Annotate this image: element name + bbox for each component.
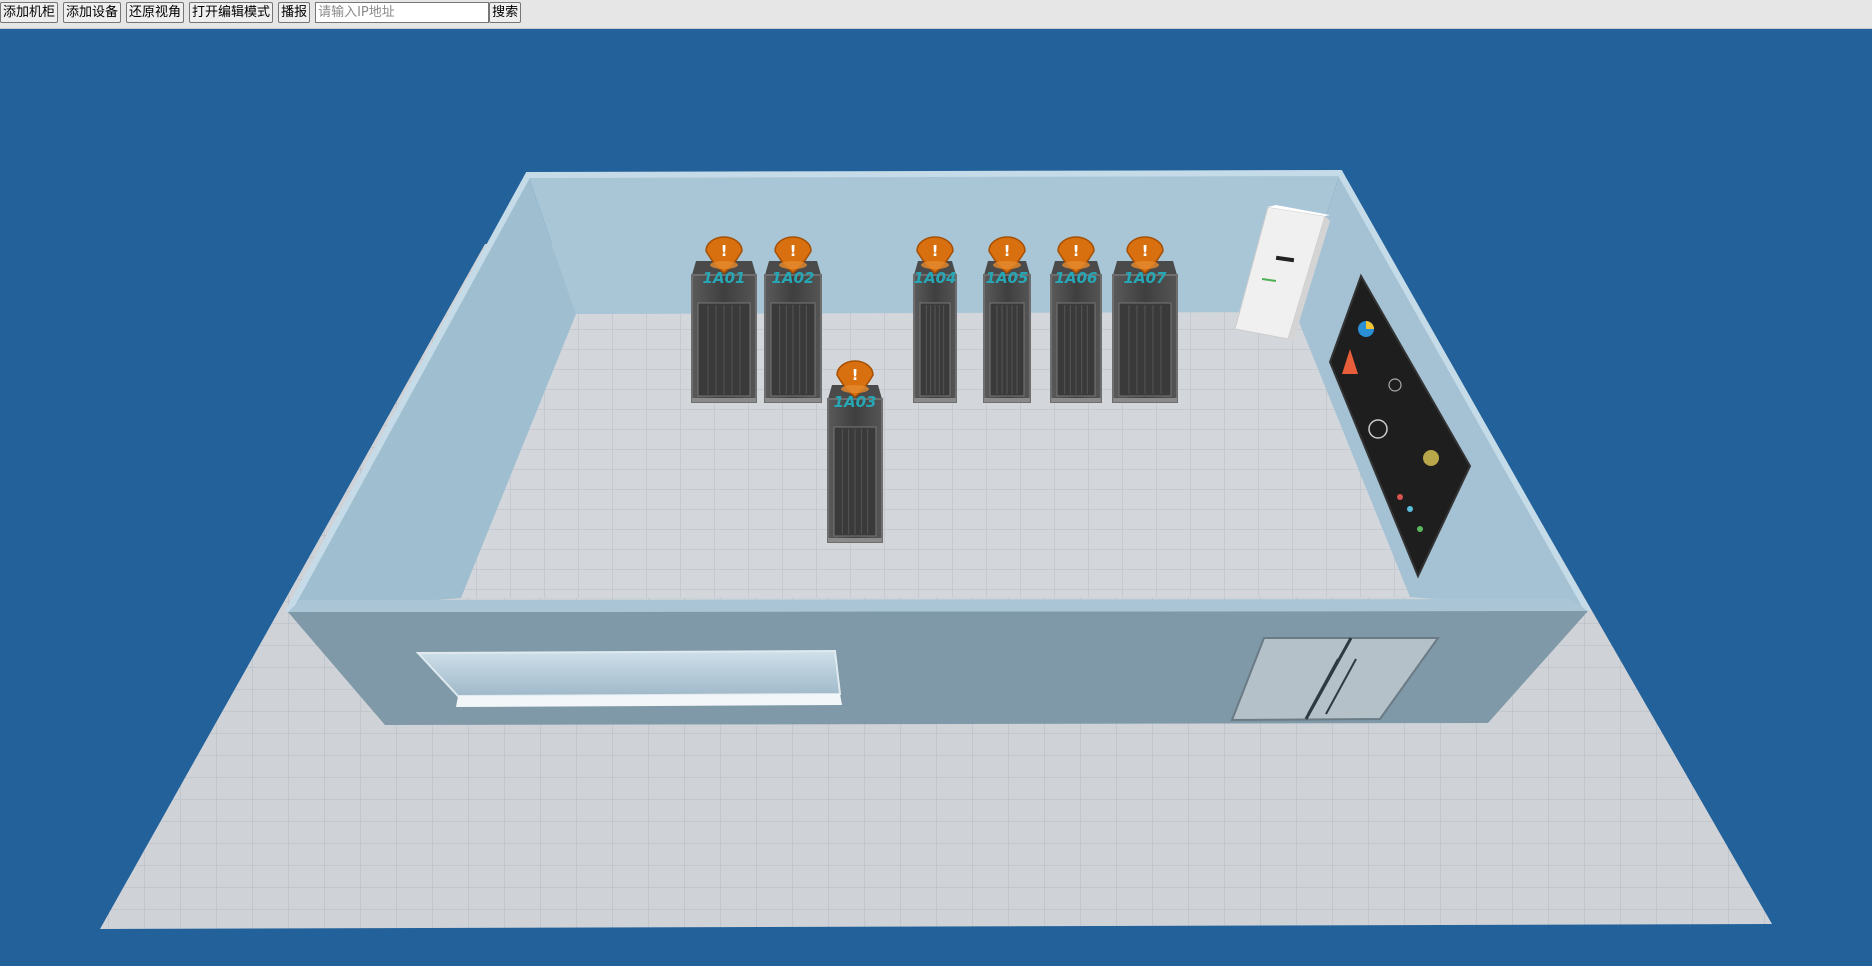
svg-text:!: ! <box>852 366 859 384</box>
front-wall-top <box>288 599 1588 612</box>
server-rack-1a01[interactable]: 1A01! <box>691 236 757 403</box>
svg-text:!: ! <box>932 242 939 260</box>
search-button[interactable]: 搜索 <box>489 2 522 23</box>
front-window <box>415 649 842 698</box>
server-rack-1a05[interactable]: 1A05! <box>983 236 1031 403</box>
svg-text:!: ! <box>1073 242 1080 260</box>
svg-text:!: ! <box>1004 242 1011 260</box>
ip-search-input[interactable] <box>315 2 490 23</box>
edit-mode-button[interactable]: 打开编辑模式 <box>189 2 274 23</box>
server-rack-1a06[interactable]: 1A06! <box>1050 236 1102 403</box>
add-device-button[interactable]: 添加设备 <box>63 2 122 23</box>
server-rack-1a03[interactable]: 1A03! <box>827 360 883 543</box>
server-rack-1a02[interactable]: 1A02! <box>764 236 822 403</box>
window-sill <box>456 694 842 707</box>
add-cabinet-button[interactable]: 添加机柜 <box>0 2 59 23</box>
svg-text:!: ! <box>1142 242 1149 260</box>
datacenter-3d-viewport[interactable]: 1A01!1A02!1A03! 1A04! 1A05! 1A06!1A07! <box>0 29 1872 966</box>
report-button[interactable]: 播报 <box>278 2 311 23</box>
svg-text:!: ! <box>721 242 728 260</box>
svg-text:!: ! <box>790 242 797 260</box>
server-rack-1a04[interactable]: 1A04! <box>913 236 957 403</box>
reset-view-button[interactable]: 还原视角 <box>126 2 185 23</box>
server-rack-1a07[interactable]: 1A07! <box>1112 236 1178 403</box>
toolbar: 添加机柜 添加设备 还原视角 打开编辑模式 播报 搜索 <box>0 0 1872 29</box>
